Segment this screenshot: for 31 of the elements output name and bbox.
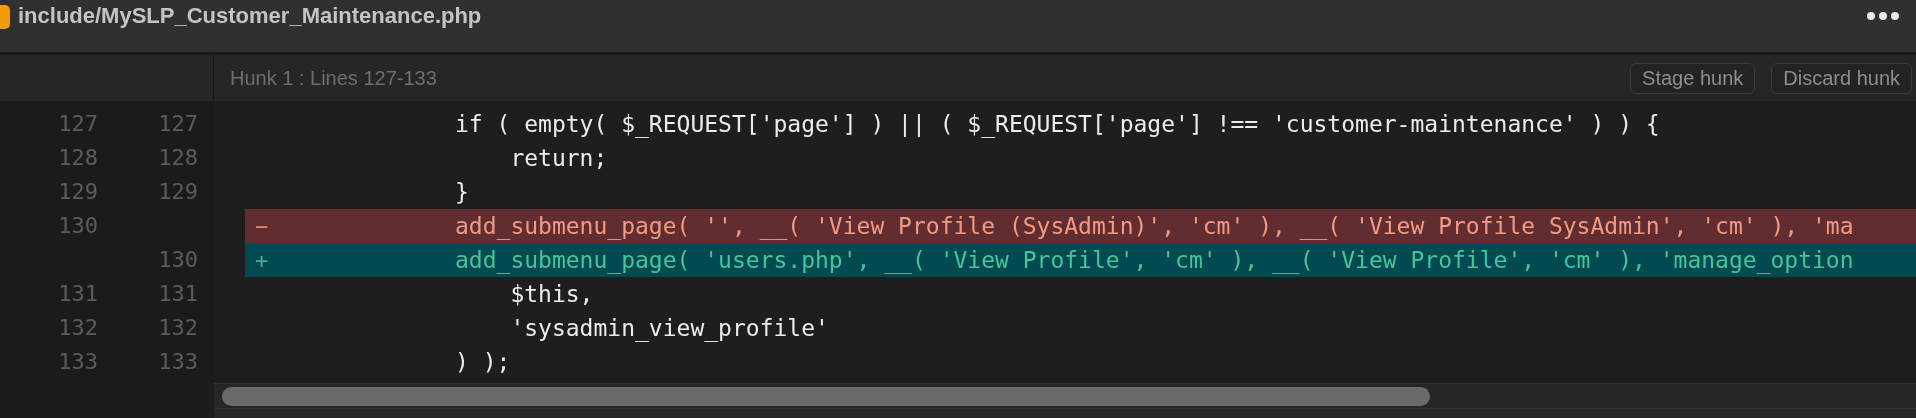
code-line: return; [509, 144, 608, 173]
line-number: 132 [157, 314, 198, 342]
line-number: 130 [57, 212, 98, 240]
line-number: 132 [57, 314, 98, 342]
line-number: 127 [57, 110, 98, 138]
line-number: 128 [57, 144, 98, 172]
discard-hunk-button[interactable]: Discard hunk [1771, 62, 1912, 94]
code-line: if ( empty( $_REQUEST['page'] ) || ( $_REQUEST['page'] !== 'customer-maintenance' ) ) { [455, 110, 1660, 140]
stage-hunk-button[interactable]: Stage hunk [1630, 62, 1756, 94]
more-icon[interactable] [1866, 11, 1900, 21]
line-number: 127 [157, 110, 198, 138]
line-number: 131 [57, 280, 98, 308]
code-line: ) ); [455, 348, 511, 377]
line-number: 129 [57, 178, 98, 206]
line-number: 131 [157, 280, 198, 308]
line-number: 133 [57, 348, 98, 376]
code-line: add_submenu_page( '', __( 'View Profile (SysAdmin)', 'cm' ), __( 'View Profile SysAdmin', 'cm' ), 'ma [455, 212, 1854, 242]
line-number: 128 [157, 144, 198, 172]
code-line: add_submenu_page( 'users.php', __( 'View Profile', 'cm' ), __( 'View Profile', 'cm' ), 'manage_option [455, 246, 1854, 276]
code-line: $this, [509, 280, 594, 309]
diff-marker: + [254, 247, 270, 273]
hunk-title: Hunk 1 : Lines 127-133 [230, 66, 437, 90]
line-number: 133 [157, 348, 198, 376]
scrollbar-thumb[interactable] [222, 386, 1430, 406]
code-line: 'sysadmin_view_profile' [509, 314, 829, 344]
line-number: 130 [157, 246, 198, 274]
code-line: } [455, 178, 469, 207]
file-icon [0, 5, 10, 29]
diff-marker: − [254, 213, 270, 239]
file-path: include/MySLP_Customer_Maintenance.php [18, 2, 482, 30]
line-number: 129 [157, 178, 198, 206]
